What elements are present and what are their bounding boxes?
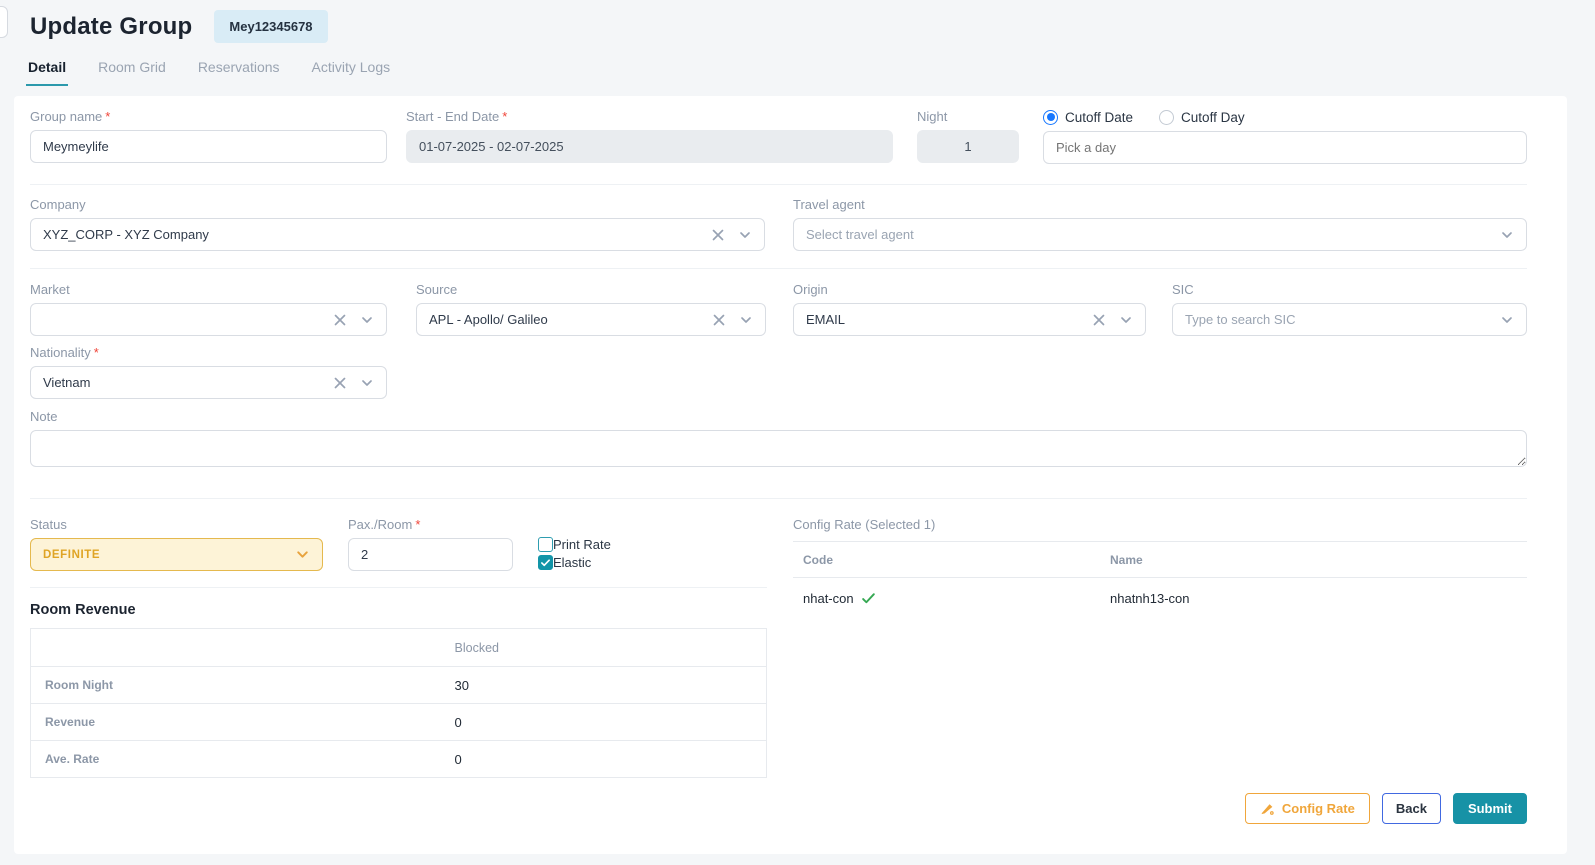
source-label: Source bbox=[416, 282, 766, 297]
chevron-down-icon[interactable] bbox=[360, 376, 374, 390]
date-range-label: Start - End Date* bbox=[406, 109, 893, 124]
travel-agent-select[interactable]: Select travel agent bbox=[793, 218, 1527, 251]
tab-detail[interactable]: Detail bbox=[26, 59, 68, 86]
room-revenue-heading: Room Revenue bbox=[30, 602, 767, 618]
chevron-down-icon[interactable] bbox=[738, 228, 752, 242]
config-pen-icon bbox=[1260, 801, 1275, 816]
clear-icon[interactable] bbox=[711, 228, 725, 242]
company-label: Company bbox=[30, 197, 765, 212]
config-rate-col-code: Code bbox=[793, 553, 1110, 567]
origin-value: EMAIL bbox=[806, 312, 1092, 327]
config-rate-button-label: Config Rate bbox=[1282, 801, 1355, 816]
chevron-down-icon[interactable] bbox=[1119, 313, 1133, 327]
elastic-checkbox[interactable]: Elastic bbox=[538, 555, 611, 570]
back-button-label: Back bbox=[1396, 801, 1427, 816]
required-marker: * bbox=[94, 345, 99, 360]
cutoff-day-picker-input[interactable] bbox=[1043, 131, 1527, 164]
tab-bar: Detail Room Grid Reservations Activity L… bbox=[0, 43, 1595, 86]
config-rate-code: nhat-con bbox=[803, 591, 854, 606]
submit-button[interactable]: Submit bbox=[1453, 793, 1527, 824]
page-title: Update Group bbox=[30, 13, 192, 41]
checkbox-checked-icon bbox=[538, 555, 553, 570]
cutoff-date-radio-label: Cutoff Date bbox=[1065, 110, 1133, 125]
cutoff-date-radio[interactable]: Cutoff Date bbox=[1043, 110, 1133, 125]
sic-label: SIC bbox=[1172, 282, 1527, 297]
group-name-label: Group name* bbox=[30, 109, 387, 124]
submit-button-label: Submit bbox=[1468, 801, 1512, 816]
config-rate-name: nhatnh13-con bbox=[1110, 591, 1527, 606]
table-row: Revenue 0 bbox=[31, 704, 767, 741]
source-value: APL - Apollo/ Galileo bbox=[429, 312, 712, 327]
cutoff-day-radio-label: Cutoff Day bbox=[1181, 110, 1245, 125]
nationality-select[interactable]: Vietnam bbox=[30, 366, 387, 399]
chevron-down-icon bbox=[295, 547, 310, 562]
back-button[interactable]: Back bbox=[1382, 793, 1441, 824]
detail-form-card: Group name* Start - End Date* Night Cuto… bbox=[14, 96, 1567, 854]
config-rate-button[interactable]: Config Rate bbox=[1245, 793, 1370, 824]
selected-check-icon bbox=[861, 591, 876, 606]
status-value: DEFINITE bbox=[43, 549, 295, 561]
group-code-badge: Mey12345678 bbox=[214, 10, 327, 43]
group-name-input[interactable] bbox=[30, 130, 387, 163]
config-rate-title: Config Rate (Selected 1) bbox=[793, 517, 1527, 542]
clear-icon[interactable] bbox=[333, 313, 347, 327]
elastic-label: Elastic bbox=[553, 555, 591, 570]
chevron-down-icon[interactable] bbox=[360, 313, 374, 327]
tab-activity-logs[interactable]: Activity Logs bbox=[310, 59, 393, 86]
pax-room-input[interactable] bbox=[348, 538, 513, 571]
company-select[interactable]: XYZ_CORP - XYZ Company bbox=[30, 218, 765, 251]
status-select[interactable]: DEFINITE bbox=[30, 538, 323, 571]
status-label: Status bbox=[30, 517, 323, 532]
market-select[interactable] bbox=[30, 303, 387, 336]
checkbox-unchecked-icon bbox=[538, 537, 553, 552]
note-textarea[interactable] bbox=[30, 430, 1527, 467]
chevron-down-icon[interactable] bbox=[1500, 313, 1514, 327]
config-rate-row[interactable]: nhat-con nhatnh13-con bbox=[793, 578, 1527, 618]
date-range-input[interactable] bbox=[406, 130, 893, 163]
config-rate-col-name: Name bbox=[1110, 553, 1527, 567]
cutoff-day-radio[interactable]: Cutoff Day bbox=[1159, 110, 1245, 125]
sic-select[interactable]: Type to search SIC bbox=[1172, 303, 1527, 336]
required-marker: * bbox=[415, 517, 420, 532]
room-revenue-table: Blocked Room Night 30 Revenue 0 Ave. Rat… bbox=[30, 628, 767, 778]
sic-placeholder: Type to search SIC bbox=[1185, 312, 1500, 327]
nationality-label: Nationality* bbox=[30, 345, 387, 360]
tab-room-grid[interactable]: Room Grid bbox=[96, 59, 168, 86]
radio-unselected-icon bbox=[1159, 110, 1174, 125]
config-rate-header-row: Code Name bbox=[793, 542, 1527, 578]
night-label: Night bbox=[917, 109, 1019, 124]
night-input bbox=[917, 130, 1019, 163]
chevron-down-icon[interactable] bbox=[1500, 228, 1514, 242]
origin-label: Origin bbox=[793, 282, 1146, 297]
radio-selected-icon bbox=[1043, 110, 1058, 125]
cutoff-radio-group: Cutoff Date Cutoff Day bbox=[1043, 109, 1527, 125]
print-rate-label: Print Rate bbox=[553, 537, 611, 552]
market-label: Market bbox=[30, 282, 387, 297]
tab-reservations[interactable]: Reservations bbox=[196, 59, 282, 86]
print-rate-checkbox[interactable]: Print Rate bbox=[538, 537, 611, 552]
clear-icon[interactable] bbox=[333, 376, 347, 390]
required-marker: * bbox=[502, 109, 507, 124]
pax-room-label: Pax./Room* bbox=[348, 517, 513, 532]
table-row: Ave. Rate 0 bbox=[31, 741, 767, 778]
note-label: Note bbox=[30, 409, 1527, 424]
table-row: Room Night 30 bbox=[31, 667, 767, 704]
clear-icon[interactable] bbox=[1092, 313, 1106, 327]
chevron-down-icon[interactable] bbox=[739, 313, 753, 327]
required-marker: * bbox=[105, 109, 110, 124]
travel-agent-label: Travel agent bbox=[793, 197, 1527, 212]
nationality-value: Vietnam bbox=[43, 375, 333, 390]
origin-select[interactable]: EMAIL bbox=[793, 303, 1146, 336]
clear-icon[interactable] bbox=[712, 313, 726, 327]
room-revenue-col-blocked: Blocked bbox=[455, 629, 767, 667]
source-select[interactable]: APL - Apollo/ Galileo bbox=[416, 303, 766, 336]
company-value: XYZ_CORP - XYZ Company bbox=[43, 227, 711, 242]
travel-agent-placeholder: Select travel agent bbox=[806, 227, 1500, 242]
room-revenue-col-empty bbox=[31, 629, 455, 667]
header: Update Group Mey12345678 bbox=[0, 0, 1595, 43]
